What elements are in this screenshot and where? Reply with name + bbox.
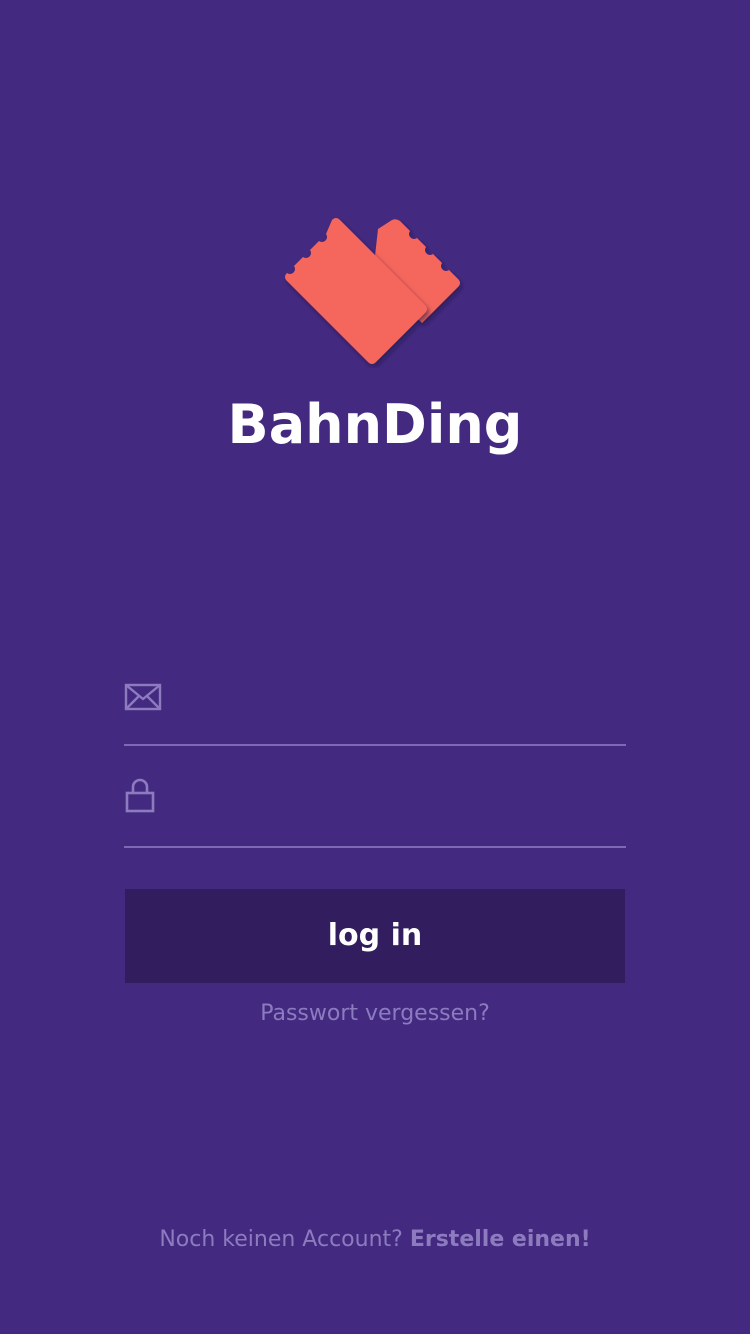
login-screen: BahnDing log in Passwort vergessen? Noch… (0, 0, 750, 1334)
signup-prompt-text: Noch keinen Account? (159, 1227, 403, 1252)
login-button[interactable]: log in (125, 889, 625, 983)
email-field[interactable] (124, 646, 626, 746)
signup-prompt: Noch keinen Account? Erstelle einen! (0, 1222, 750, 1258)
email-input[interactable] (190, 668, 614, 726)
heart-ticket-logo-icon (285, 218, 460, 364)
password-field[interactable] (124, 748, 626, 848)
lock-icon (125, 778, 155, 813)
envelope-icon (124, 683, 162, 711)
password-input[interactable] (190, 770, 614, 828)
create-account-link[interactable]: Erstelle einen! (410, 1227, 591, 1252)
app-name: BahnDing (227, 393, 523, 456)
forgot-password-link[interactable]: Passwort vergessen? (0, 996, 750, 1032)
